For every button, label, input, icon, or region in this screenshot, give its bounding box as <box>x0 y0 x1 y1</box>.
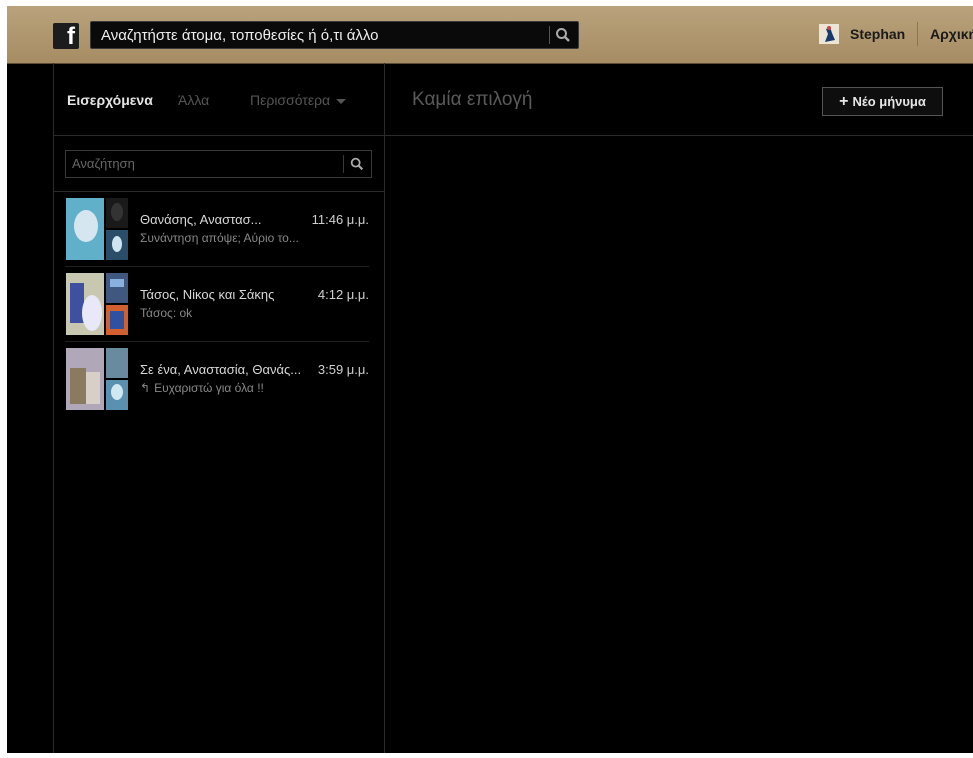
thread-time: 3:59 μ.μ. <box>317 362 369 377</box>
thread-snippet: Τάσος: ok <box>140 306 193 320</box>
user-avatar-icon <box>819 24 839 44</box>
tab-more-label: Περισσότερα <box>250 92 331 108</box>
thread-names: Σε ένα, Αναστασία, Θανάς... <box>140 362 302 377</box>
avatar <box>66 348 128 410</box>
search-icon[interactable] <box>554 26 572 44</box>
window-frame-bottom <box>0 753 973 758</box>
tab-other[interactable]: Άλλα <box>178 92 209 108</box>
avatar[interactable] <box>819 24 839 44</box>
conversation-title: Καμία επιλογή <box>412 89 533 110</box>
tab-more[interactable]: Περισσότερα <box>250 92 347 108</box>
message-search-placeholder: Αναζήτηση <box>72 156 135 171</box>
new-message-button[interactable]: + Νέο μήνυμα <box>822 87 943 116</box>
top-bar: f Αναζητήστε άτομα, τοποθεσίες ή ό,τι άλ… <box>7 6 973 64</box>
thread-snippet: ↰ Ευχαριστώ για όλα !! <box>140 381 264 395</box>
global-search-text: Αναζητήστε άτομα, τοποθεσίες ή ό,τι άλλο <box>101 27 379 44</box>
group-avatar-icon <box>66 273 128 335</box>
list-item[interactable]: Θανάσης, Αναστασ... 11:46 μ.μ. Συνάντηση… <box>65 198 369 262</box>
global-search-input[interactable]: Αναζητήστε άτομα, τοποθεσίες ή ό,τι άλλο <box>90 21 579 49</box>
group-avatar-icon <box>66 198 128 260</box>
message-search-input[interactable]: Αναζήτηση <box>65 150 372 178</box>
thread-time: 4:12 μ.μ. <box>317 287 369 302</box>
tab-inbox[interactable]: Εισερχόμενα <box>67 92 153 108</box>
column-divider-right <box>384 63 385 753</box>
column-divider-left <box>53 63 54 753</box>
thread-names: Τάσος, Νίκος και Σάκης <box>140 287 275 302</box>
search-icon[interactable] <box>349 156 365 172</box>
chevron-down-icon <box>336 98 347 104</box>
messages-header: Εισερχόμενα Άλλα Περισσότερα Καμία επιλο… <box>54 63 973 136</box>
avatar <box>66 198 128 260</box>
list-item[interactable]: Τάσος, Νίκος και Σάκης 4:12 μ.μ. Τάσος: … <box>65 273 369 337</box>
reply-icon: ↰ <box>140 381 151 395</box>
window-frame-left <box>0 0 7 758</box>
plus-icon: + <box>839 93 849 110</box>
thread-names: Θανάσης, Αναστασ... <box>140 212 262 227</box>
profile-link[interactable]: Stephan <box>850 26 905 42</box>
thread-snippet: Συνάντηση απόψε; Αύριο το... <box>140 231 299 245</box>
facebook-logo[interactable]: f <box>53 23 79 50</box>
avatar <box>66 273 128 335</box>
list-item[interactable]: Σε ένα, Αναστασία, Θανάς... 3:59 μ.μ. ↰ Ε… <box>65 348 369 412</box>
thread-snippet-text: Ευχαριστώ για όλα !! <box>154 381 264 395</box>
thread-time: 11:46 μ.μ. <box>311 212 369 227</box>
home-link[interactable]: Αρχική <box>930 26 973 42</box>
new-message-label: Νέο μήνυμα <box>852 94 926 109</box>
group-avatar-icon <box>66 348 128 410</box>
